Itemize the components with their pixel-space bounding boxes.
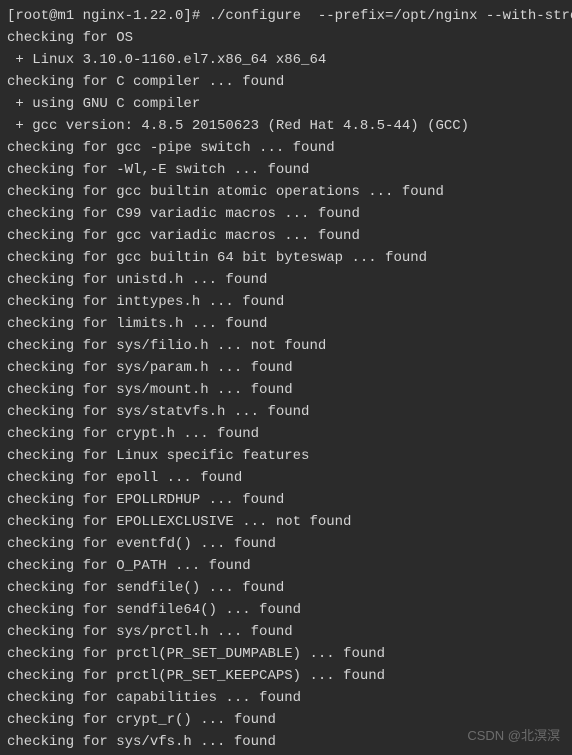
terminal-line: checking for crypt.h ... found bbox=[7, 423, 565, 445]
terminal-line: checking for sys/mount.h ... found bbox=[7, 379, 565, 401]
terminal-line: checking for EPOLLEXCLUSIVE ... not foun… bbox=[7, 511, 565, 533]
terminal-line: checking for gcc -pipe switch ... found bbox=[7, 137, 565, 159]
terminal-line: checking for OS bbox=[7, 27, 565, 49]
terminal-line: checking for EPOLLRDHUP ... found bbox=[7, 489, 565, 511]
terminal-line: checking for capabilities ... found bbox=[7, 687, 565, 709]
terminal-line: checking for sys/filio.h ... not found bbox=[7, 335, 565, 357]
terminal-output: [root@m1 nginx-1.22.0]# ./configure --pr… bbox=[7, 5, 565, 753]
terminal-line: checking for prctl(PR_SET_KEEPCAPS) ... … bbox=[7, 665, 565, 687]
terminal-line: checking for C99 variadic macros ... fou… bbox=[7, 203, 565, 225]
terminal-line: checking for C compiler ... found bbox=[7, 71, 565, 93]
watermark-text: CSDN @北溟溟 bbox=[467, 725, 560, 747]
terminal-line: + Linux 3.10.0-1160.el7.x86_64 x86_64 bbox=[7, 49, 565, 71]
terminal-line: checking for sendfile64() ... found bbox=[7, 599, 565, 621]
terminal-line: + using GNU C compiler bbox=[7, 93, 565, 115]
terminal-line: checking for inttypes.h ... found bbox=[7, 291, 565, 313]
terminal-line: checking for gcc variadic macros ... fou… bbox=[7, 225, 565, 247]
terminal-line: checking for sys/statvfs.h ... found bbox=[7, 401, 565, 423]
terminal-line: + gcc version: 4.8.5 20150623 (Red Hat 4… bbox=[7, 115, 565, 137]
terminal-line: checking for sys/param.h ... found bbox=[7, 357, 565, 379]
terminal-line: checking for epoll ... found bbox=[7, 467, 565, 489]
terminal-line: checking for Linux specific features bbox=[7, 445, 565, 467]
terminal-line: checking for gcc builtin 64 bit byteswap… bbox=[7, 247, 565, 269]
terminal-line: checking for limits.h ... found bbox=[7, 313, 565, 335]
terminal-line: checking for sendfile() ... found bbox=[7, 577, 565, 599]
terminal-line: checking for unistd.h ... found bbox=[7, 269, 565, 291]
terminal-line: checking for gcc builtin atomic operatio… bbox=[7, 181, 565, 203]
terminal-line: [root@m1 nginx-1.22.0]# ./configure --pr… bbox=[7, 5, 565, 27]
terminal-line: checking for O_PATH ... found bbox=[7, 555, 565, 577]
terminal-line: checking for sys/prctl.h ... found bbox=[7, 621, 565, 643]
terminal-line: checking for eventfd() ... found bbox=[7, 533, 565, 555]
terminal-line: checking for -Wl,-E switch ... found bbox=[7, 159, 565, 181]
terminal-line: checking for prctl(PR_SET_DUMPABLE) ... … bbox=[7, 643, 565, 665]
